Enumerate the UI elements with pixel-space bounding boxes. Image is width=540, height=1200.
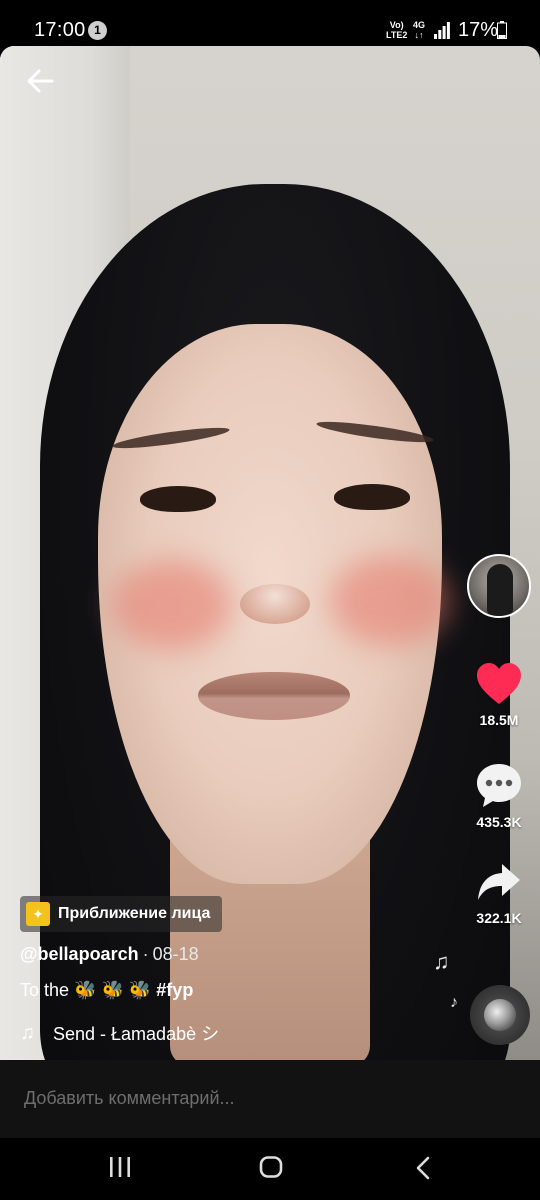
comment-button[interactable]: 435.3K [464,762,534,830]
left-cheek [112,560,232,650]
floating-music-note-icon: ♫ [433,949,450,974]
effect-label: Приближение лица [58,905,211,922]
share-button[interactable]: 322.1K [464,862,534,926]
like-button[interactable]: 18.5M [464,662,534,728]
right-cheek [330,556,450,646]
music-disc[interactable] [470,985,530,1045]
battery-icon [497,21,507,39]
like-count: 18.5M [479,712,519,728]
avatar-figure [487,564,513,616]
floating-music-note-small-icon: ♪ [450,994,458,1011]
recents-icon[interactable] [108,1156,132,1178]
status-time: 17:00 [34,19,86,41]
lips [198,672,350,720]
video-caption: To the 🐝 🐝 🐝 #fyp [20,980,193,1001]
post-date: 08-18 [152,944,199,964]
effect-chip[interactable]: ✦ Приближение лица [20,896,223,932]
system-nav-bar [0,1138,540,1200]
right-eye [334,484,410,510]
share-count: 322.1K [476,910,522,926]
nose [240,584,310,624]
comment-icon [477,764,521,807]
comment-count: 435.3K [476,814,522,830]
back-arrow-icon[interactable] [24,64,58,98]
signal-icon [434,22,450,39]
heart-icon [477,663,521,704]
comment-input[interactable]: Добавить комментарий... [24,1088,235,1109]
author-username[interactable]: @bellapoarch [20,944,139,964]
nav-back-icon[interactable] [413,1156,433,1180]
author-line: @bellapoarch · 08-18 [20,944,199,965]
battery-percent: 17% [458,19,499,41]
hashtag-link[interactable]: #fyp [156,980,193,1000]
left-eye [140,486,216,512]
home-icon[interactable] [259,1156,283,1178]
network-volte-label: Vo) LTE2 [386,20,408,40]
author-avatar[interactable] [467,554,531,618]
share-icon [478,864,520,900]
music-note-icon: ♫ [20,1021,35,1044]
separator-dot: · [142,944,149,964]
notification-badge: 1 [88,21,107,40]
music-disc-cover [484,999,516,1031]
effect-sparkle-icon: ✦ [26,902,50,926]
sound-info[interactable]: ♫ Send - Łamadabè シ [20,1020,219,1046]
network-type-label: 4G ↓↑ [413,20,426,40]
caption-text: To the 🐝 🐝 🐝 [20,980,152,1000]
sound-title: Send - Łamadabè シ [53,1024,220,1044]
comment-bar[interactable]: Добавить комментарий... [0,1060,540,1138]
status-bar: 17:00 1 Vo) LTE2 4G ↓↑ 17% [0,0,540,46]
